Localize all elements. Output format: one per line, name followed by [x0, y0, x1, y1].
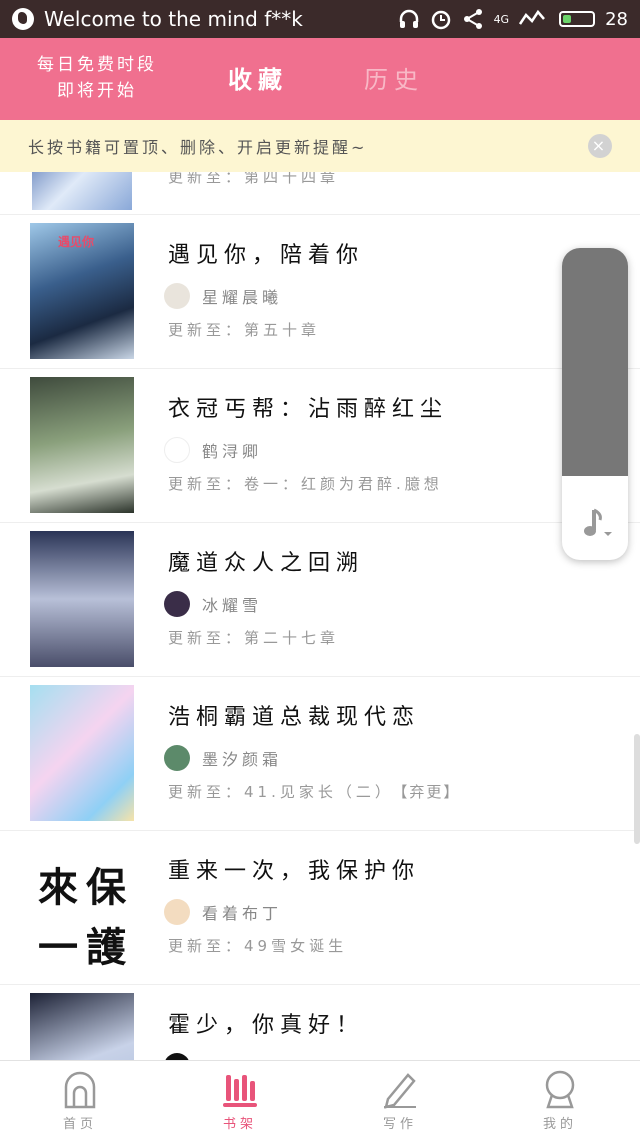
avatar: [164, 1053, 190, 1060]
nav-mine-label: 我的: [542, 1117, 577, 1132]
network-label: 4G: [493, 12, 510, 26]
update-text: 更新至：第五十章: [168, 321, 321, 339]
book-cover: [30, 993, 134, 1060]
list-item[interactable]: 遇见你 遇见你，陪着你 星耀晨曦 更新至：第五十章: [0, 215, 640, 369]
book-cover: 來 保 一 護: [30, 839, 134, 975]
tab-favorites[interactable]: 收藏: [228, 60, 288, 95]
author-row: [164, 1053, 202, 1060]
avatar: [164, 899, 190, 925]
book-cover: 遇见你: [30, 223, 134, 359]
tip-text: 长按书籍可置顶、删除、开启更新提醒~: [28, 138, 368, 157]
update-text: 更新至：卷一：红颜为君醉.臆想: [168, 475, 443, 493]
book-title: 衣冠丐帮：沾雨醉红尘: [168, 397, 449, 422]
nav-home-label: 首页: [62, 1117, 97, 1132]
bookshelf-icon: [223, 1075, 257, 1107]
book-title: 重来一次，我保护你: [168, 859, 421, 884]
book-update: 更新至：第二十七章: [168, 627, 339, 648]
scroll-edge-handle[interactable]: [634, 734, 640, 844]
avatar: [164, 745, 190, 771]
book-author: 看着布丁: [202, 904, 283, 923]
free-period-banner[interactable]: 每日免费时段 即将开始: [22, 52, 172, 104]
avatar: [164, 591, 190, 617]
top-header: 每日免费时段 即将开始 收藏 历史: [0, 38, 640, 120]
status-app-text: Welcome to the mind f**k: [44, 7, 303, 31]
list-item[interactable]: 魔道众人之回溯 冰耀雪 更新至：第二十七章: [0, 523, 640, 677]
book-author: 墨汐颜霜: [202, 750, 283, 769]
book-title: 霍少，你真好！: [168, 1013, 365, 1038]
cover-char: 護: [86, 924, 126, 971]
update-text: 更新至：第二十七章: [168, 629, 340, 647]
book-update: 更新至：第四十四章: [168, 172, 340, 186]
book-title: 遇见你，陪着你: [168, 243, 365, 268]
status-badge: 【弃更】: [399, 783, 461, 801]
nav-bookshelf-label: 书架: [222, 1117, 257, 1132]
cover-char: 來: [38, 864, 78, 911]
book-title: 魔道众人之回溯: [168, 551, 365, 576]
battery-icon: [559, 11, 596, 27]
author-row: 看着布丁: [164, 899, 282, 925]
signal-icon: [519, 9, 546, 25]
panel-track: [562, 248, 628, 476]
promo-line-1: 每日免费时段: [37, 55, 157, 75]
book-update: 更新至：41.见家长（二） 【弃更】: [168, 781, 460, 802]
author-row: 鹤浔卿: [164, 437, 262, 463]
list-item-partial[interactable]: 更新至：第四十四章: [0, 172, 640, 215]
list-item[interactable]: 浩桐霸道总裁现代恋 墨汐颜霜 更新至：41.见家长（二） 【弃更】: [0, 677, 640, 831]
tip-bar: 长按书籍可置顶、删除、开启更新提醒~ ×: [0, 120, 640, 172]
list-item[interactable]: 霍少，你真好！: [0, 985, 640, 1060]
pencil-icon: [384, 1073, 416, 1109]
author-row: 冰耀雪: [164, 591, 262, 617]
nav-home[interactable]: 首页: [0, 1061, 160, 1139]
list-item[interactable]: 來 保 一 護 重来一次，我保护你 看着布丁 更新至：49雪女诞生: [0, 831, 640, 985]
nav-mine[interactable]: 我的: [480, 1061, 640, 1139]
avatar: [164, 437, 190, 463]
book-update: 更新至：卷一：红颜为君醉.臆想: [168, 473, 443, 494]
profile-icon: [545, 1070, 575, 1109]
book-update: 更新至：49雪女诞生: [168, 935, 347, 956]
status-icons: 4G 28: [398, 8, 628, 30]
cover-title-text: 遇见你: [58, 235, 95, 249]
book-cover: [30, 685, 134, 821]
promo-line-2: 即将开始: [57, 81, 137, 101]
update-text: 更新至：41.见家长（二）: [168, 783, 394, 801]
bottom-nav: 首页 书架 写作 我的: [0, 1060, 640, 1139]
alarm-icon: [431, 10, 450, 30]
nav-write-label: 写作: [382, 1117, 417, 1132]
avatar: [164, 283, 190, 309]
list-item[interactable]: 衣冠丐帮：沾雨醉红尘 鹤浔卿 更新至：卷一：红颜为君醉.臆想: [0, 369, 640, 523]
status-bar: Welcome to the mind f**k 4G 28: [0, 0, 640, 38]
update-text: 更新至：49雪女诞生: [168, 937, 348, 955]
book-author: 星耀晨曦: [202, 288, 283, 307]
book-list[interactable]: 更新至：第四十四章 遇见你 遇见你，陪着你 星耀晨曦 更新至：第五十章 衣冠丐帮…: [0, 172, 640, 1060]
book-cover: [32, 172, 132, 210]
book-update: 更新至：第五十章: [168, 319, 320, 340]
tab-history[interactable]: 历史: [364, 60, 424, 95]
book-title: 浩桐霸道总裁现代恋: [168, 705, 421, 730]
author-row: 墨汐颜霜: [164, 745, 282, 771]
music-float-panel[interactable]: [562, 248, 628, 560]
globe-icon: [12, 8, 34, 30]
nav-bookshelf[interactable]: 书架: [160, 1061, 320, 1139]
headphones-icon: [399, 9, 418, 28]
share-icon: [463, 9, 482, 29]
book-author: 鹤浔卿: [202, 442, 263, 461]
author-row: 星耀晨曦: [164, 283, 282, 309]
nav-write[interactable]: 写作: [320, 1061, 480, 1139]
close-icon[interactable]: ×: [588, 134, 612, 158]
cover-char: 一: [38, 924, 78, 971]
book-author: 冰耀雪: [202, 596, 263, 615]
book-cover: [30, 531, 134, 667]
cover-char: 保: [86, 864, 126, 911]
home-icon: [64, 1071, 96, 1109]
music-note-icon[interactable]: [582, 506, 612, 540]
book-cover: [30, 377, 134, 513]
battery-level: 28: [605, 8, 628, 30]
